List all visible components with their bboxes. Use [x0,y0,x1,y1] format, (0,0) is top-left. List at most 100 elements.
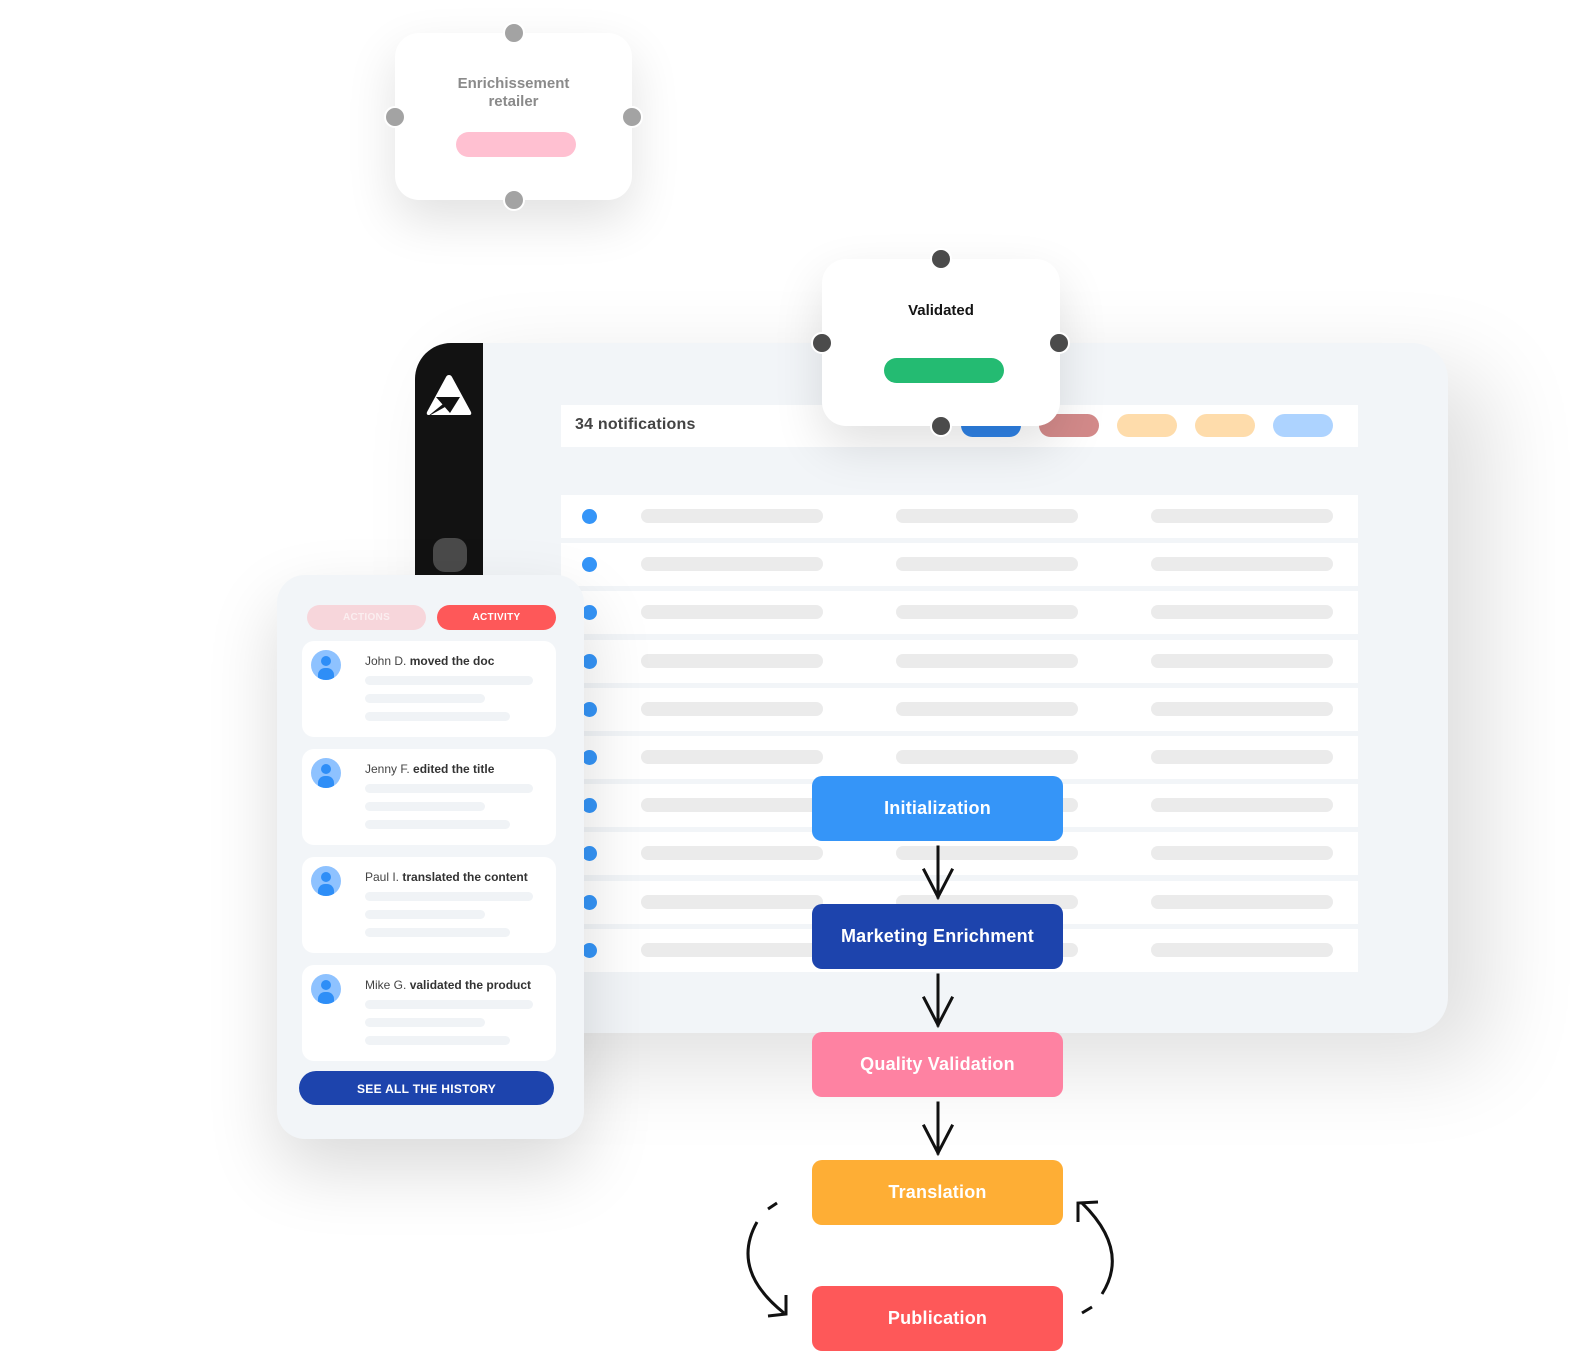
tab-activity[interactable]: ACTIVITY [437,605,556,630]
node-handle-bottom[interactable] [930,415,952,437]
workflow-step-quality-validation[interactable]: Quality Validation [812,1032,1063,1097]
activity-item[interactable]: Paul I. translated the content [302,857,556,953]
notification-row[interactable] [561,736,1358,779]
node-card-validated[interactable]: Validated [822,259,1060,426]
placeholder-bar [896,653,1078,668]
placeholder-bar [896,557,1078,572]
placeholder-bar [641,942,823,957]
activity-action: edited the title [413,762,495,776]
unread-dot-icon [582,605,597,621]
activity-user: Jenny F. [365,762,410,776]
placeholder-line [365,712,510,721]
unread-dot-icon [582,798,597,814]
placeholder-bar [641,798,823,813]
filter-pill-orange-2[interactable] [1195,414,1255,437]
node-handle-left[interactable] [384,106,406,128]
notifications-count: 34 notifications [575,416,696,433]
notification-row[interactable] [561,543,1358,587]
filter-pill-light-blue[interactable] [1273,414,1333,437]
unread-dot-icon [582,653,597,669]
user-avatar-icon [311,650,341,680]
placeholder-line [365,910,485,919]
activity-user: Mike G. [365,978,407,992]
workflow-step-initialization[interactable]: Initialization [812,776,1063,841]
activity-action: moved the doc [409,654,495,668]
activity-item[interactable]: Mike G. validated the product [302,965,556,1061]
activity-text: Jenny F. edited the title [365,762,494,776]
unread-dot-icon [582,701,597,717]
placeholder-line [365,802,485,811]
filter-pill-orange[interactable] [1117,414,1177,437]
status-badge-pink [456,132,576,157]
placeholder-line [365,1036,510,1045]
placeholder-bar [641,750,823,764]
placeholder-bar [1151,701,1333,716]
node-handle-top[interactable] [503,22,525,44]
placeholder-bar [641,605,823,620]
placeholder-line [365,784,533,793]
placeholder-bar [896,605,1078,620]
unread-dot-icon [582,894,597,910]
placeholder-line [365,928,510,937]
placeholder-bar [641,653,823,668]
placeholder-bar [641,846,823,861]
activity-item[interactable]: Jenny F. edited the title [302,749,556,845]
unread-dot-icon [582,942,597,958]
notification-row[interactable] [561,687,1358,731]
node-handle-left[interactable] [811,332,833,354]
user-avatar-icon [311,758,341,788]
activity-item[interactable]: John D. moved the doc [302,641,556,737]
placeholder-bar [1151,750,1333,764]
placeholder-line [365,1018,485,1027]
see-all-history-button[interactable]: SEE ALL THE HISTORY [299,1071,554,1105]
placeholder-bar [1151,894,1333,909]
node-handle-top[interactable] [930,248,952,270]
placeholder-bar [1151,605,1333,620]
workflow-step-translation[interactable]: Translation [812,1160,1063,1225]
activity-user: Paul I. [365,870,400,884]
placeholder-bar [896,701,1078,716]
node-handle-bottom[interactable] [503,189,525,211]
placeholder-line [365,676,533,685]
node-title-line1: Enrichissement [457,75,570,92]
activity-action: translated the content [402,870,528,884]
placeholder-bar [1151,509,1333,523]
placeholder-bar [896,846,1078,861]
placeholder-bar [1151,798,1333,813]
triangle-logo-icon[interactable] [425,373,473,419]
notification-row[interactable] [561,639,1358,683]
placeholder-bar [1151,942,1333,957]
placeholder-bar [641,509,823,523]
arrow-down-icon [921,1101,955,1157]
node-handle-right[interactable] [1048,332,1070,354]
node-title: Validated [908,302,974,319]
placeholder-bar [1151,846,1333,861]
unread-dot-icon [582,557,597,573]
workflow-step-marketing-enrichment[interactable]: Marketing Enrichment [812,904,1063,969]
node-card-enrichissement-retailer[interactable]: Enrichissement retailer [395,33,632,200]
sidebar-avatar[interactable] [433,538,467,572]
placeholder-line [365,820,510,829]
user-avatar-icon [311,866,341,896]
placeholder-bar [1151,653,1333,668]
notification-row[interactable] [561,495,1358,538]
placeholder-line [365,892,533,901]
placeholder-bar [896,750,1078,764]
unread-dot-icon [582,750,597,765]
activity-user: John D. [365,654,407,668]
activity-action: validated the product [409,978,532,992]
workflow-step-publication[interactable]: Publication [812,1286,1063,1351]
placeholder-bar [641,557,823,572]
node-handle-right[interactable] [621,106,643,128]
loop-arrow-right-icon [1076,1200,1114,1315]
node-title: Enrichissement retailer [395,75,632,111]
user-avatar-icon [311,974,341,1004]
placeholder-bar [641,701,823,716]
placeholder-bar [1151,557,1333,572]
activity-text: John D. moved the doc [365,654,494,668]
tab-actions[interactable]: ACTIONS [307,605,426,630]
placeholder-bar [641,894,823,909]
notification-row[interactable] [561,591,1358,635]
placeholder-bar [896,509,1078,523]
placeholder-line [365,1000,533,1009]
